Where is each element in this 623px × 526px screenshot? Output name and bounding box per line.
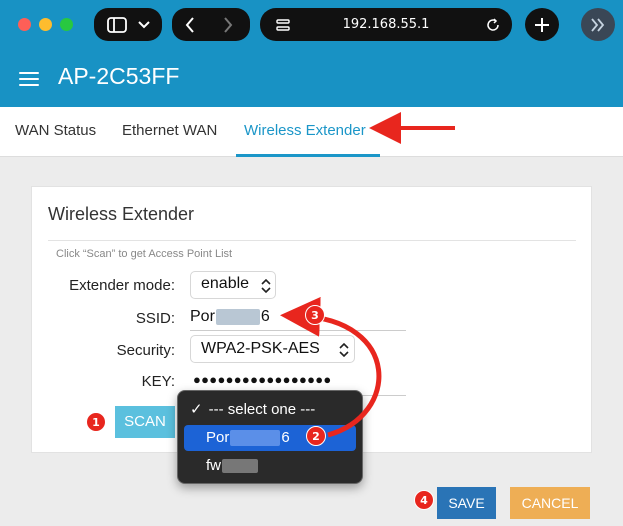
active-tab-indicator: [236, 154, 380, 157]
tab-wan-status[interactable]: WAN Status: [15, 122, 96, 139]
sidebar-icon: [107, 17, 127, 33]
dropdown-item-select-one[interactable]: ✓ --- select one ---: [184, 397, 356, 423]
ssid-input[interactable]: Por 6: [190, 306, 406, 330]
cancel-button[interactable]: CANCEL: [510, 487, 590, 519]
redacted-block: [222, 459, 258, 474]
card-divider: [48, 240, 576, 241]
forward-icon[interactable]: [223, 17, 233, 33]
updown-chevron-icon: [261, 279, 271, 293]
ssid-value-end: 6: [260, 308, 270, 325]
tab-wireless-extender[interactable]: Wireless Extender: [244, 122, 366, 139]
address-bar[interactable]: 192.168.55.1: [260, 8, 512, 41]
ssid-underline: [190, 330, 406, 331]
ssid-value-start: Por: [190, 308, 215, 325]
browser-toolbar: 192.168.55.1: [0, 0, 623, 52]
annotation-badge-3: 3: [305, 305, 325, 325]
new-tab-button[interactable]: [525, 8, 559, 41]
reload-icon[interactable]: [486, 18, 500, 32]
scan-hint: Click “Scan” to get Access Point List: [56, 248, 233, 260]
annotation-badge-4: 4: [414, 490, 434, 510]
redacted-block: [230, 430, 281, 447]
security-label: Security:: [116, 342, 175, 359]
app-header: AP-2C53FF: [0, 52, 623, 107]
security-value: WPA2-PSK-AES: [201, 340, 320, 357]
menu-icon[interactable]: [19, 72, 39, 87]
extender-mode-value: enable: [201, 275, 250, 292]
extender-mode-label: Extender mode:: [69, 277, 175, 294]
key-label: KEY:: [141, 373, 175, 390]
save-button[interactable]: SAVE: [437, 487, 496, 519]
ssid-label: SSID:: [135, 310, 175, 327]
redacted-block: [215, 308, 260, 325]
more-tabs-button[interactable]: [581, 8, 615, 41]
page-title: AP-2C53FF: [58, 63, 180, 89]
chevron-down-icon: [138, 21, 150, 29]
key-value: ●●●●●●●●●●●●●●●●●: [193, 372, 332, 387]
extender-mode-select[interactable]: enable: [190, 271, 276, 299]
checkmark-icon: ✓: [190, 401, 203, 418]
navigation-buttons: [172, 8, 250, 41]
updown-chevron-icon: [339, 343, 349, 357]
zoom-window-button[interactable]: [60, 18, 73, 31]
url-text: 192.168.55.1: [342, 17, 430, 32]
card-title: Wireless Extender: [48, 204, 195, 224]
annotation-badge-1: 1: [86, 412, 106, 432]
minimize-window-button[interactable]: [39, 18, 52, 31]
security-select[interactable]: WPA2-PSK-AES: [190, 335, 355, 363]
plus-icon: [535, 18, 549, 32]
tab-bar: WAN Status Ethernet WAN Wireless Extende…: [0, 107, 623, 157]
annotation-badge-2: 2: [306, 426, 326, 446]
tab-ethernet-wan[interactable]: Ethernet WAN: [122, 122, 217, 139]
back-icon[interactable]: [185, 17, 195, 33]
ssid-dropdown-menu: ✓ --- select one --- Por 6 fw: [177, 390, 363, 484]
sidebar-toggle-button[interactable]: [94, 8, 162, 41]
double-chevron-right-icon: [591, 18, 605, 32]
close-window-button[interactable]: [18, 18, 31, 31]
dropdown-item-ssid-2[interactable]: fw: [184, 453, 356, 479]
scan-button[interactable]: SCAN: [115, 406, 175, 438]
dropdown-item-ssid-1[interactable]: Por 6: [184, 425, 356, 451]
